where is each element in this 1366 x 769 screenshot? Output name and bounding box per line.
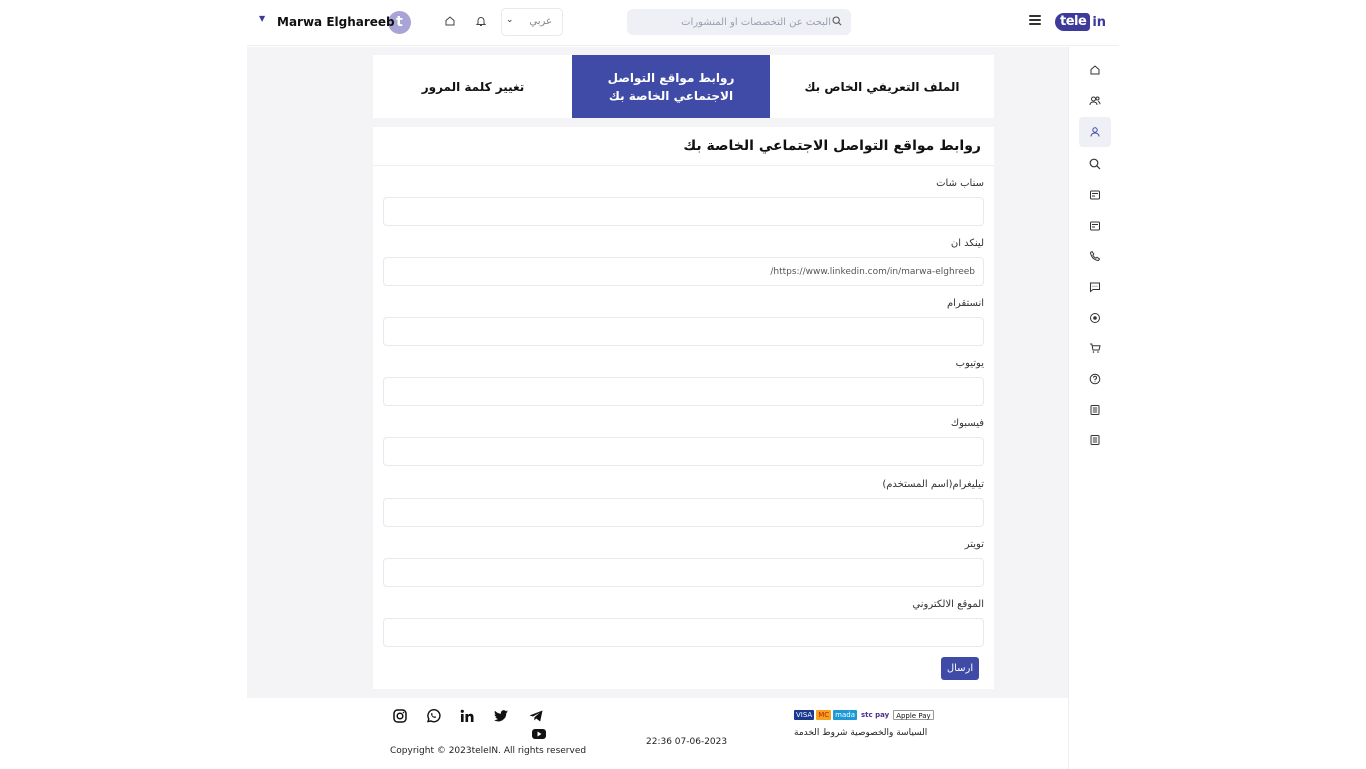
logo-in: in [1092, 14, 1107, 30]
twitter-icon [494, 710, 508, 722]
apple-pay-badge: Apple Pay [893, 710, 934, 720]
tab-change-password[interactable]: تغيير كلمة المرور [374, 55, 572, 118]
language-value: عربي [529, 16, 552, 27]
sidebar-item-target[interactable] [1079, 303, 1111, 333]
target-icon [1090, 313, 1100, 323]
sidebar-item-search[interactable] [1079, 149, 1111, 179]
telegram-link[interactable] [528, 708, 544, 724]
snapchat-field[interactable] [383, 197, 984, 226]
linkedin-icon [460, 709, 474, 722]
footer: Copyright © 2023teleIN. All rights reser… [247, 698, 1068, 769]
chat-icon [1090, 282, 1100, 293]
sidebar-item-help[interactable] [1079, 364, 1111, 394]
logo-tele: tele [1055, 13, 1091, 31]
payment-methods: VISA MC mada stc pay Apple Pay [794, 710, 934, 720]
phone-icon [1089, 250, 1101, 262]
linkedin-link[interactable] [459, 708, 475, 724]
copyright-text: Copyright © 2023teleIN. All rights reser… [390, 746, 587, 756]
sidebar-item-calls[interactable] [1079, 241, 1111, 271]
sidebar-item-profile[interactable] [1079, 117, 1111, 147]
telegram-label: تيليغرام(اسم المستخدم) [882, 479, 984, 490]
profile-tabs: الملف التعريفي الخاص بك روابط مواقع التو… [373, 55, 994, 118]
twitter-link[interactable] [493, 708, 509, 724]
policy-links[interactable]: السياسة والخصوصية شروط الخدمة [794, 728, 927, 738]
telein-logo[interactable]: tele in [1055, 11, 1106, 33]
bell-icon[interactable] [475, 15, 487, 27]
search-input[interactable] [635, 9, 831, 35]
news-alt-icon [1090, 221, 1100, 231]
sidebar-item-list[interactable] [1079, 395, 1111, 425]
top-header: tele in عربي ⌄ t Marwa Elghareeb ▼ [247, 0, 1119, 46]
linkedin-field[interactable] [383, 257, 984, 286]
news-icon [1090, 190, 1100, 200]
search-icon [1089, 158, 1101, 170]
instagram-field[interactable] [383, 317, 984, 346]
sidebar-item-list-alt[interactable] [1079, 425, 1111, 455]
snapchat-label: سناب شات [936, 178, 984, 189]
website-field[interactable] [383, 618, 984, 647]
youtube-icon [532, 729, 546, 739]
caret-down-icon[interactable]: ▼ [259, 14, 265, 23]
datetime-text: 22:36 07-06-2023 [646, 737, 728, 747]
sidebar-item-news-alt[interactable] [1079, 211, 1111, 241]
sidebar-item-news[interactable] [1079, 180, 1111, 210]
profile-icon [1090, 127, 1100, 137]
cart-icon [1090, 343, 1101, 353]
sidebar-item-users[interactable] [1079, 86, 1111, 116]
visa-badge: VISA [794, 710, 815, 720]
social-links-form: روابط مواقع التواصل الاجتماعي الخاصة بك … [373, 127, 994, 689]
instagram-icon [393, 709, 407, 723]
youtube-label: يوتيوب [955, 358, 984, 369]
search-icon[interactable] [832, 16, 842, 26]
submit-button[interactable]: ارسال [941, 657, 979, 680]
search-bar [627, 9, 851, 35]
sidebar-item-chat[interactable] [1079, 272, 1111, 302]
telegram-field[interactable] [383, 498, 984, 527]
sidebar-item-cart[interactable] [1079, 333, 1111, 363]
list-alt-icon [1090, 435, 1100, 445]
menu-icon[interactable] [1029, 15, 1041, 27]
help-icon [1089, 373, 1101, 385]
sidebar-item-home[interactable] [1079, 55, 1111, 85]
chevron-down-icon: ⌄ [506, 15, 514, 25]
facebook-label: فيسبوك [950, 418, 984, 429]
whatsapp-icon [426, 709, 441, 723]
website-label: الموقع الالكتروني [912, 599, 984, 610]
right-sidebar [1068, 47, 1119, 769]
username[interactable]: Marwa Elghareeb [277, 15, 395, 29]
instagram-link[interactable] [392, 708, 408, 724]
list-icon [1090, 405, 1100, 415]
whatsapp-link[interactable] [425, 708, 441, 724]
home-icon [1090, 65, 1100, 75]
divider [373, 165, 994, 166]
twitter-label: تويتر [964, 539, 984, 550]
telegram-icon [529, 710, 543, 722]
form-title: روابط مواقع التواصل الاجتماعي الخاصة بك [683, 138, 981, 154]
tab-profile[interactable]: الملف التعريفي الخاص بك [770, 55, 994, 118]
users-icon [1089, 96, 1101, 106]
instagram-label: انستقرام [946, 298, 984, 309]
linkedin-label: لينكد ان [950, 238, 984, 249]
home-icon[interactable] [444, 15, 456, 27]
twitter-field[interactable] [383, 558, 984, 587]
stc-pay-badge: stc pay [861, 711, 890, 719]
facebook-field[interactable] [383, 437, 984, 466]
mastercard-badge: MC [816, 710, 832, 720]
language-select[interactable]: عربي ⌄ [501, 8, 563, 36]
tab-social-links[interactable]: روابط مواقع التواصل الاجتماعي الخاصة بك [572, 55, 770, 118]
youtube-field[interactable] [383, 377, 984, 406]
youtube-link[interactable] [531, 726, 547, 742]
mada-badge: mada [833, 710, 857, 720]
